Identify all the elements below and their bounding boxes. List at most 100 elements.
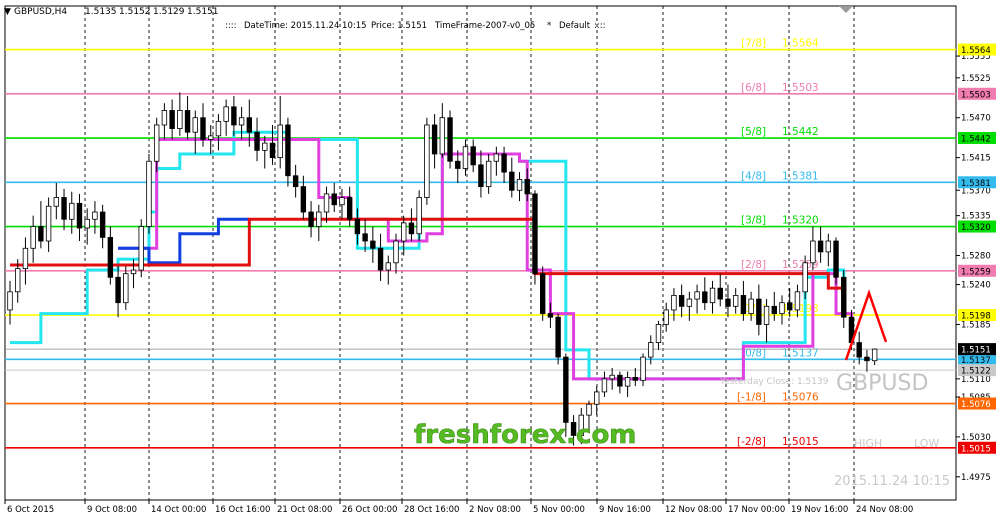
bear-candle	[231, 106, 237, 126]
x-tick-label: 28 Oct 16:00	[404, 505, 459, 515]
bull-candle	[146, 160, 152, 227]
info-price: Price: 1.5151	[371, 21, 427, 31]
ohlc-low: 1.5129	[153, 7, 185, 17]
y-tick-label: 1.5335	[961, 212, 991, 222]
x-tick-label: 9 Oct 08:00	[87, 505, 137, 515]
x-tick-label: 21 Oct 08:00	[277, 505, 332, 515]
axis-level-text: 1.5015	[961, 444, 991, 454]
bear-candle	[300, 186, 307, 213]
bull-candle	[45, 205, 52, 242]
bull-candle	[130, 269, 137, 275]
bear-candle	[740, 295, 747, 314]
bear-candle	[547, 313, 554, 318]
bull-candle	[624, 377, 631, 387]
brand-watermark: freshforex.com	[414, 420, 636, 450]
bull-candle	[7, 291, 13, 311]
bull-candle	[323, 193, 330, 213]
info-timeframe: TimeFrame-2007-v0_05	[434, 21, 535, 31]
bull-candle	[493, 153, 500, 162]
bull-candle	[594, 391, 600, 405]
bull-candle	[316, 211, 322, 227]
bull-candle	[84, 218, 90, 229]
bull-candle	[238, 117, 245, 126]
ohlc-high: 1.5152	[119, 7, 151, 17]
info-dots-left: ::::	[225, 21, 236, 31]
bull-candle	[30, 226, 36, 249]
price-chart[interactable]: [7/8] 1.5564 [6/8] 1.5503 [5/8] 1.5442 [4/8] 1.…	[0, 0, 1001, 518]
murrey-level-label: [3/8]	[741, 215, 766, 227]
bear-candle	[447, 117, 453, 162]
bull-candle	[655, 324, 662, 343]
axis-level-text: 1.5259	[961, 267, 991, 277]
bear-candle	[169, 110, 175, 129]
bear-candle	[509, 171, 515, 191]
bear-candle	[771, 305, 777, 314]
bull-candle	[277, 124, 283, 159]
bull-candle	[15, 268, 21, 293]
bull-candle	[69, 202, 75, 220]
axis-level-text: 1.5076	[961, 400, 991, 410]
bear-candle	[76, 202, 83, 229]
bear-candle	[470, 146, 476, 166]
bear-candle	[354, 218, 361, 235]
murrey-level-label: [5/8]	[741, 126, 766, 138]
bear-candle	[431, 124, 438, 155]
bull-candle	[640, 356, 646, 381]
bull-candle	[215, 120, 222, 137]
bull-candle	[748, 298, 754, 314]
info-default: Default	[559, 21, 591, 31]
bear-candle	[38, 226, 44, 242]
bear-candle	[246, 117, 253, 133]
bull-candle	[709, 287, 716, 304]
bull-candle	[871, 348, 878, 362]
info-marker: *	[547, 21, 551, 31]
y-tick-label: 1.5415	[961, 154, 991, 164]
murrey-level-label: [6/8]	[741, 82, 766, 94]
bear-candle	[200, 117, 206, 140]
bear-candle	[501, 153, 507, 173]
axis-level-text: 1.5442	[961, 135, 991, 145]
bull-candle	[810, 240, 816, 264]
murrey-level-value: 1.5442	[782, 126, 819, 138]
bear-candle	[362, 233, 368, 242]
murrey-level-value: 1.5076	[782, 392, 819, 404]
bear-candle	[717, 287, 723, 300]
high-label: HIGH	[854, 437, 882, 450]
ohlc-open: 1.5135	[85, 7, 117, 17]
bear-candle	[254, 131, 260, 151]
bear-candle	[817, 240, 824, 253]
bull-candle	[53, 197, 60, 207]
axis-level-text: 1.5503	[961, 90, 991, 100]
bull-candle	[601, 378, 608, 393]
bull-candle	[208, 135, 214, 140]
bear-candle	[370, 240, 376, 249]
x-tick-label: 6 Oct 2015	[7, 505, 54, 515]
low-label: LOW	[914, 437, 939, 450]
y-tick-label: 1.5185	[961, 320, 991, 330]
bull-candle	[262, 142, 268, 151]
chart-window: [7/8] 1.5564 [6/8] 1.5503 [5/8] 1.5442 [4/8] 1.…	[0, 0, 1001, 518]
bull-candle	[671, 295, 677, 311]
x-tick-label: 5 Nov 00:00	[533, 505, 585, 515]
bull-candle	[586, 403, 592, 416]
bear-candle	[856, 342, 862, 358]
y-tick-label: 1.4975	[961, 473, 991, 483]
axis-level-text: 1.5198	[961, 312, 991, 322]
bull-candle	[385, 262, 391, 271]
bear-candle	[756, 298, 762, 325]
murrey-level-value: 1.5381	[782, 170, 819, 182]
ohlc-close: 1.5151	[187, 7, 219, 17]
bear-candle	[346, 197, 353, 220]
window-title: GBPUSD,H4	[14, 7, 67, 17]
bull-candle	[138, 226, 144, 271]
bull-candle	[161, 110, 168, 126]
bear-candle	[115, 276, 121, 304]
x-tick-label: 14 Oct 00:00	[151, 505, 206, 515]
bull-candle	[424, 124, 430, 198]
bear-candle	[377, 247, 384, 271]
symbol-menu-icon[interactable]: ▼	[4, 7, 11, 17]
y-tick-label: 1.5470	[961, 114, 991, 124]
bear-candle	[184, 110, 191, 133]
bull-candle	[416, 197, 422, 235]
bear-candle	[725, 298, 731, 307]
